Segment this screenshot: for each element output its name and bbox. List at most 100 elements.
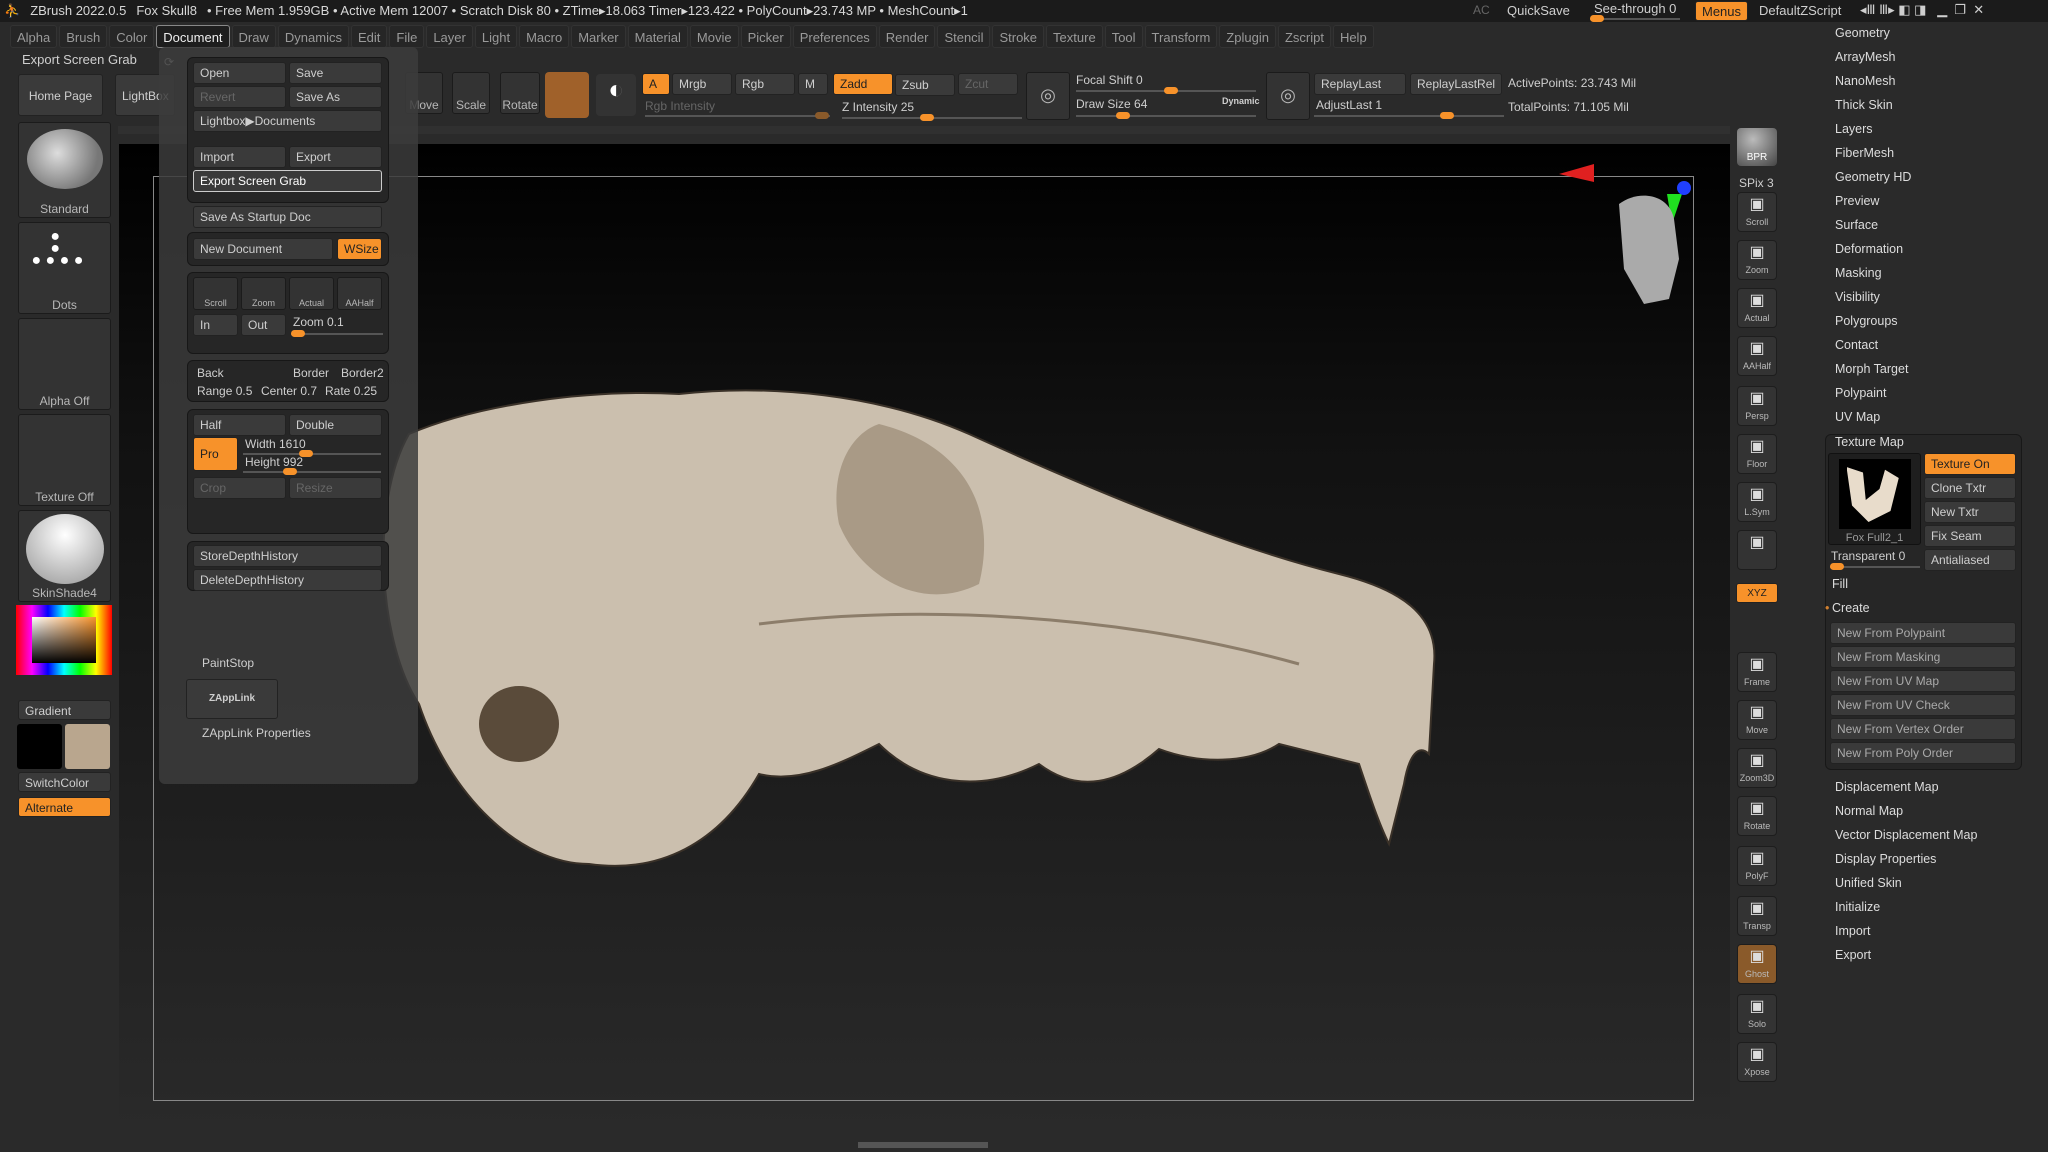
shelf-lock-button[interactable]: ▣ [1737,530,1777,570]
scroll-button[interactable]: Scroll [193,277,238,310]
m-toggle[interactable]: M [798,73,828,95]
subpalette-geometry[interactable]: Geometry [1835,26,1890,40]
shelf-xpose-button[interactable]: ▣ Xpose [1737,1042,1777,1082]
wsize-button[interactable]: WSize [337,238,382,260]
menu-tool[interactable]: Tool [1104,25,1143,48]
save-as-startup-doc-button[interactable]: Save As Startup Doc [193,206,382,228]
menu-marker[interactable]: Marker [571,25,626,48]
menus-toggle[interactable]: Menus [1695,1,1749,21]
menu-preferences[interactable]: Preferences [792,25,877,48]
subpalette-display-properties[interactable]: Display Properties [1835,852,1936,866]
delete-depth-history-button[interactable]: DeleteDepthHistory [193,569,382,591]
menu-help[interactable]: Help [1332,25,1374,48]
create-new-from-uv-check-button[interactable]: New From UV Check [1830,694,2016,716]
shelf-persp-button[interactable]: ▣ Persp [1737,386,1777,426]
menu-layer[interactable]: Layer [426,25,473,48]
shelf-polyf-button[interactable]: ▣ PolyF [1737,846,1777,886]
menu-dynamics[interactable]: Dynamics [277,25,349,48]
subpalette-import[interactable]: Import [1835,924,1870,938]
shelf-zoom3d-button[interactable]: ▣ Zoom3D [1737,748,1777,788]
subpalette-export[interactable]: Export [1835,948,1871,962]
menu-transform[interactable]: Transform [1144,25,1218,48]
texture-on-toggle[interactable]: Texture On [1924,453,2016,475]
xyz-symmetry-toggle[interactable]: XYZ [1736,583,1778,603]
border-button[interactable]: Border [293,366,329,380]
fix-seam-button[interactable]: Fix Seam [1924,525,2016,547]
subpalette-polygroups[interactable]: Polygroups [1835,314,1898,328]
menu-stroke[interactable]: Stroke [992,25,1045,48]
store-depth-history-button[interactable]: StoreDepthHistory [193,545,382,567]
shelf-rotate-button[interactable]: ▣ Rotate [1737,796,1777,836]
crop-button[interactable]: Crop [193,477,286,499]
menu-edit[interactable]: Edit [350,25,388,48]
material-selector[interactable]: SkinShade4 [18,510,111,602]
height-slider[interactable]: Height 992 [245,455,303,469]
transparent-slider[interactable]: Transparent 0 [1831,549,1905,563]
subpalette-nanomesh[interactable]: NanoMesh [1835,74,1895,88]
adjust-last-slider[interactable] [1314,112,1504,119]
brush-selector[interactable]: Standard [18,122,111,218]
subpalette-visibility[interactable]: Visibility [1835,290,1880,304]
rotate-button[interactable]: Rotate [500,72,540,114]
alternate-button[interactable]: Alternate [18,797,111,817]
lazy-mouse-d-icon[interactable]: ◎ [1266,72,1310,120]
menu-light[interactable]: Light [474,25,518,48]
main-color-swatch[interactable] [17,724,62,769]
transparent-track[interactable] [1830,563,1920,570]
double-button[interactable]: Double [289,414,382,436]
stroke-selector[interactable]: ● ● ● ● ● ● Dots [18,222,111,314]
texture-map-title[interactable]: Texture Map [1835,435,1904,449]
export-screen-grab-button[interactable]: Export Screen Grab [193,170,382,192]
menu-stencil[interactable]: Stencil [937,25,991,48]
shelf-scroll-button[interactable]: ▣ Scroll [1737,192,1777,232]
revert-button[interactable]: Revert [193,86,286,108]
zoom-out-button[interactable]: Out [241,314,286,336]
save-button[interactable]: Save [289,62,382,84]
a-toggle[interactable]: A [642,73,670,95]
create-new-from-uv-map-button[interactable]: New From UV Map [1830,670,2016,692]
zapplink-properties-button[interactable]: ZAppLink Properties [202,726,311,740]
sphere-s-icon[interactable]: ◐ [596,74,636,116]
menu-document[interactable]: Document [156,25,230,48]
menu-texture[interactable]: Texture [1046,25,1103,48]
subpalette-initialize[interactable]: Initialize [1835,900,1880,914]
material-brush-icon[interactable] [545,72,589,118]
subpalette-morph-target[interactable]: Morph Target [1835,362,1908,376]
replay-last-button[interactable]: ReplayLast [1314,73,1406,95]
rgb-toggle[interactable]: Rgb [735,73,795,95]
menu-render[interactable]: Render [878,25,936,48]
subpalette-contact[interactable]: Contact [1835,338,1878,352]
menu-draw[interactable]: Draw [231,25,276,48]
subpalette-polypaint[interactable]: Polypaint [1835,386,1886,400]
shelf-ghost-button[interactable]: ▣ Ghost [1737,944,1777,984]
shelf-solo-button[interactable]: ▣ Solo [1737,994,1777,1034]
color-picker[interactable] [16,605,112,675]
width-slider[interactable]: Width 1610 [245,437,306,451]
fill-subpalette[interactable]: Fill [1832,577,1848,591]
subpalette-uv-map[interactable]: UV Map [1835,410,1880,424]
open-button[interactable]: Open [193,62,286,84]
subpalette-vector-displacement-map[interactable]: Vector Displacement Map [1835,828,1977,842]
subpalette-fibermesh[interactable]: FiberMesh [1835,146,1894,160]
subpalette-deformation[interactable]: Deformation [1835,242,1903,256]
zadd-toggle[interactable]: Zadd [833,73,893,95]
shelf-frame-button[interactable]: ▣ Frame [1737,652,1777,692]
menu-alpha[interactable]: Alpha [10,25,58,48]
actual-button[interactable]: Actual [289,277,334,310]
dynamic-toggle[interactable]: Dynamic [1222,96,1260,106]
z-intensity-slider[interactable] [842,114,1022,121]
subpalette-unified-skin[interactable]: Unified Skin [1835,876,1902,890]
subpalette-surface[interactable]: Surface [1835,218,1878,232]
lazy-mouse-s-icon[interactable]: ◎ [1026,72,1070,120]
create-subpalette[interactable]: Create [1832,601,1870,615]
rate-slider[interactable]: Rate 0.25 [325,384,377,398]
zsub-toggle[interactable]: Zsub [895,74,955,96]
aahalf-button[interactable]: AAHalf [337,277,382,310]
zcut-toggle[interactable]: Zcut [958,73,1018,95]
zoom-in-button[interactable]: In [193,314,238,336]
shelf-zoom-button[interactable]: ▣ Zoom [1737,240,1777,280]
see-through-track[interactable] [1590,15,1680,22]
see-through-slider[interactable]: See-through 0 [1594,1,1676,16]
import-button[interactable]: Import [193,146,286,168]
border2-button[interactable]: Border2 [341,366,384,380]
